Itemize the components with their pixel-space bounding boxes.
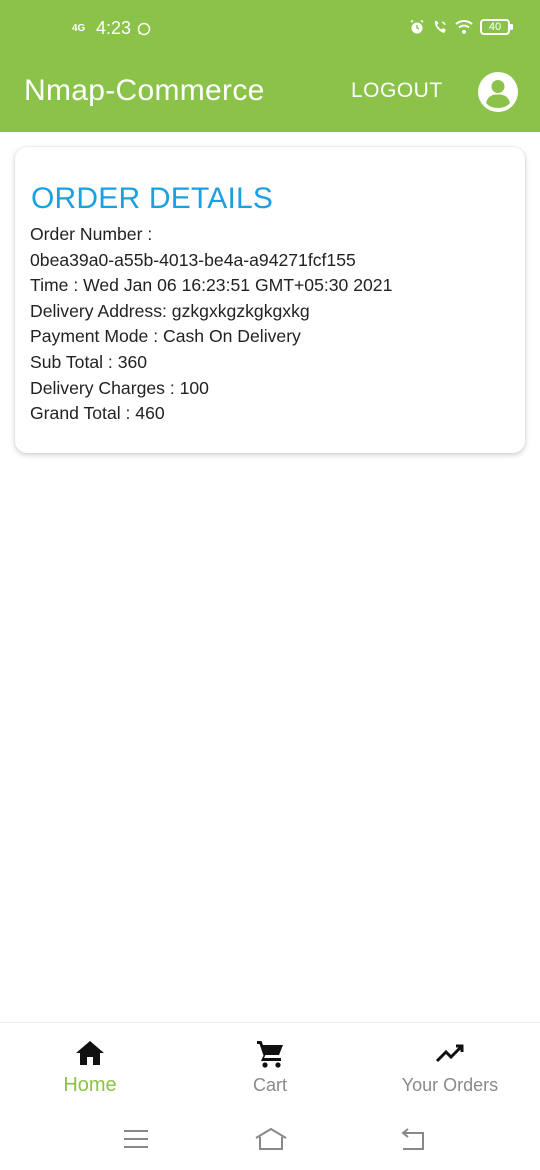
order-details-lines: Order Number : 0bea39a0-a55b-4013-be4a-a…	[30, 222, 392, 427]
status-left: 4G 4:23	[72, 18, 151, 39]
alarm-icon	[410, 19, 424, 34]
sub-total: Sub Total : 360	[30, 351, 148, 372]
order-details-card: ORDER DETAILS Order Number : 0bea39a0-a5…	[15, 147, 525, 453]
trending-up-icon	[435, 1044, 464, 1063]
wifi-icon	[455, 20, 473, 34]
tab-your-orders[interactable]: Your Orders	[360, 1023, 540, 1111]
home-outline-icon[interactable]	[254, 1124, 288, 1154]
account-circle-icon[interactable]	[477, 71, 519, 113]
wifi-call-icon	[434, 21, 446, 33]
tab-your-orders-label: Your Orders	[401, 1075, 499, 1095]
whatsapp-icon	[137, 22, 151, 35]
tab-home-label: Home	[63, 1074, 117, 1096]
order-time: Time : Wed Jan 06 16:23:51 GMT+05:30 202…	[30, 275, 393, 296]
system-navigation-bar	[0, 1110, 540, 1170]
order-number-value: 0bea39a0-a55b-4013-be4a-a94271fcf155	[30, 249, 356, 270]
status-right: 40	[409, 19, 513, 35]
delivery-charges: Delivery Charges : 100	[30, 377, 209, 398]
network-indicator: 4G	[72, 22, 86, 34]
bottom-navigation: Home Cart Your Orders	[0, 1022, 540, 1110]
tab-cart[interactable]: Cart	[180, 1023, 360, 1111]
delivery-address: Delivery Address: gzkgxkgzkgkgxkg	[30, 300, 310, 321]
app-header: 4G 4:23 40 Nmap-Commerce LOGOUT	[0, 0, 540, 132]
tab-cart-label: Cart	[252, 1075, 287, 1095]
home-icon	[76, 1041, 104, 1065]
logout-button[interactable]: LOGOUT	[351, 79, 443, 103]
menu-icon[interactable]	[121, 1124, 151, 1154]
battery-icon: 40	[480, 19, 513, 35]
app-title: Nmap-Commerce	[24, 74, 265, 107]
status-bar: 4G 4:23 40	[0, 0, 540, 60]
app-bar: Nmap-Commerce LOGOUT	[0, 60, 540, 132]
status-time: 4:23	[96, 18, 132, 38]
tab-home[interactable]: Home	[0, 1023, 180, 1111]
order-number-label: Order Number :	[30, 224, 153, 244]
order-details-heading: ORDER DETAILS	[31, 182, 274, 215]
cart-icon	[257, 1041, 283, 1068]
grand-total: Grand Total : 460	[30, 403, 165, 424]
back-icon[interactable]	[398, 1124, 428, 1154]
payment-mode: Payment Mode : Cash On Delivery	[30, 326, 301, 347]
